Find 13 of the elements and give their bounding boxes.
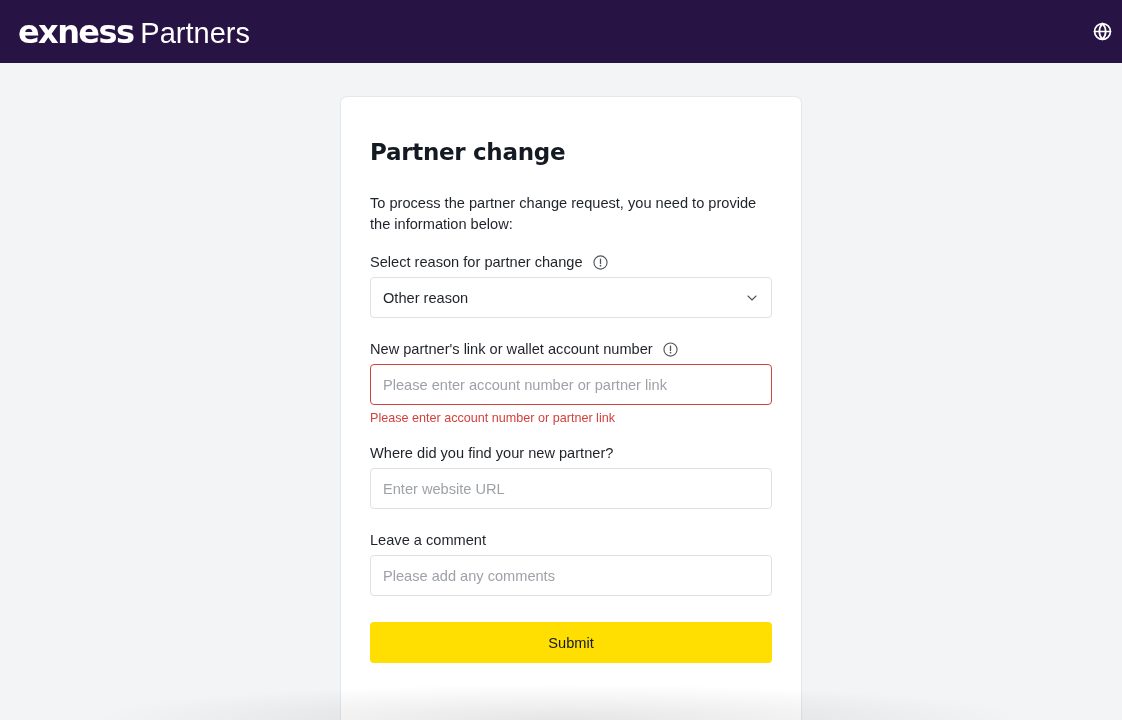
input-field[interactable]: Please enter account number or partner link xyxy=(370,364,772,405)
logo-text: exness xyxy=(18,12,134,51)
field-label: Leave a comment xyxy=(370,531,486,550)
field-label: Select reason for partner change xyxy=(370,253,583,272)
page-title: Partner change xyxy=(370,138,567,167)
intro-text: To process the partner change request, you need to provide the information below: xyxy=(370,194,758,234)
reason-select[interactable]: Other reason xyxy=(370,277,772,318)
error-message: Please enter account number or partner link xyxy=(370,410,616,426)
field-label: New partner's link or wallet account number xyxy=(370,340,653,359)
field-label: Where did you find your new partner? xyxy=(370,444,614,463)
submit-button[interactable]: Submit xyxy=(370,622,772,663)
globe-icon[interactable] xyxy=(1093,22,1112,41)
product-name: Partners xyxy=(140,16,250,50)
